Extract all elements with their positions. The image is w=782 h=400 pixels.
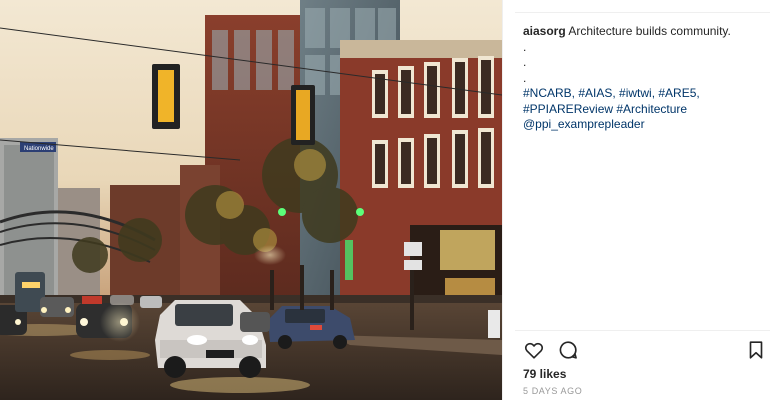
building-sign: Nationwide: [24, 146, 54, 152]
heart-icon[interactable]: [523, 339, 545, 361]
post-timestamp[interactable]: 5 DAYS AGO: [523, 386, 582, 396]
divider: [515, 12, 770, 13]
hashtags-line-1[interactable]: #NCARB, #AIAS, #iwtwi, #ARE5,: [523, 86, 773, 102]
mention-link[interactable]: @ppi_examprepleader: [523, 117, 773, 133]
street-scene-image: Nationwide: [0, 0, 502, 400]
caption-first-line: aiasorg Architecture builds community.: [523, 24, 773, 40]
caption-dot-line: .: [523, 39, 527, 54]
hashtags-line-2[interactable]: #PPIAREReview #Architecture: [523, 102, 773, 118]
instagram-post: Nationwide aiasorg Architecture builds c…: [0, 0, 782, 400]
post-caption: aiasorg Architecture builds community. .…: [523, 24, 773, 133]
comment-icon[interactable]: [557, 339, 579, 361]
caption-text: Architecture builds community.: [568, 24, 731, 38]
caption-dot-line: .: [523, 55, 527, 69]
divider: [515, 330, 770, 331]
post-actions: [523, 339, 765, 361]
post-photo[interactable]: Nationwide: [0, 0, 502, 400]
likes-count[interactable]: 79 likes: [523, 367, 566, 381]
username-link[interactable]: aiasorg: [523, 24, 566, 38]
post-sidebar: aiasorg Architecture builds community. .…: [502, 0, 782, 400]
bookmark-icon[interactable]: [745, 339, 767, 361]
caption-dot-line: .: [523, 70, 527, 85]
